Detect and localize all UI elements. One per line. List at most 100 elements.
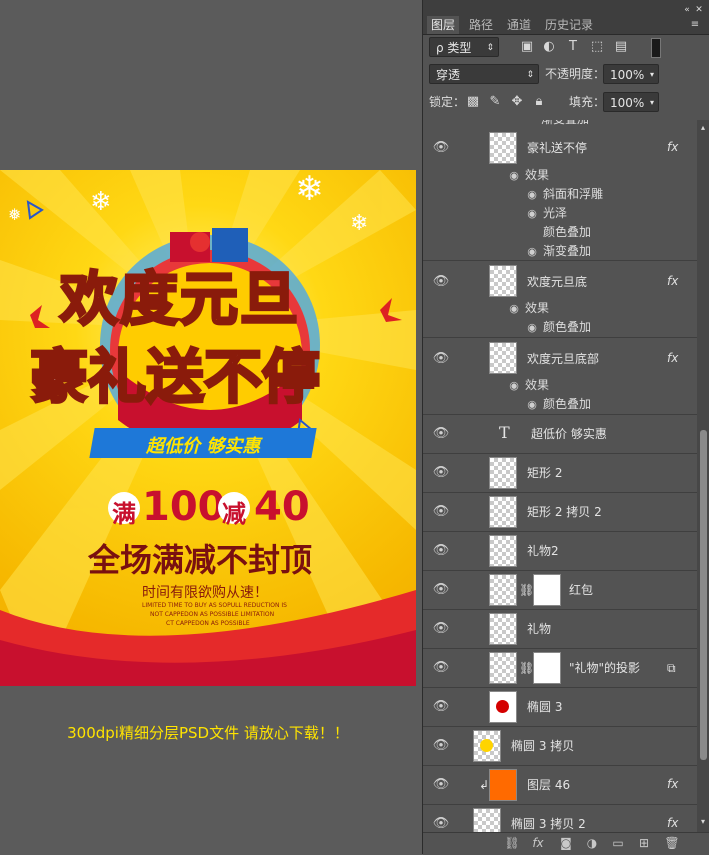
fx-icon[interactable]: fx — [667, 140, 678, 154]
layer-row[interactable]: 👁︎ 椭圆 3 — [423, 688, 697, 727]
eye-icon[interactable]: 👁︎ — [432, 275, 450, 289]
eye-icon[interactable]: 👁︎ — [432, 141, 450, 155]
eye-icon[interactable]: ◉ — [525, 395, 539, 414]
panel-bottom-toolbar: ⛓ fx ◙ ◑ ▭ ⊞ 🗑︎ — [423, 832, 709, 855]
eye-icon[interactable]: ◉ — [507, 166, 521, 185]
filter-adjustment-icon[interactable]: ◐ — [541, 39, 557, 55]
layer-name: 图层 46 — [527, 778, 571, 792]
eye-icon[interactable]: ◉ — [525, 318, 539, 337]
lock-all-icon[interactable]: 🔒︎ — [531, 94, 547, 110]
layer-row[interactable]: 👁︎ ↲ 图层 46 fx — [423, 766, 697, 805]
fx-icon[interactable]: fx — [667, 816, 678, 830]
filter-toggle-switch[interactable] — [651, 38, 661, 58]
layer-row[interactable]: 👁︎ 矩形 2 — [423, 454, 697, 493]
layer-thumbnail — [473, 730, 501, 762]
add-style-icon[interactable]: fx — [529, 835, 547, 851]
layer-name: 豪礼送不停 — [527, 141, 588, 155]
poster-fine-3: CT CAPPEDON AS POSSIBLE — [166, 620, 250, 627]
blend-mode-select[interactable]: 穿透 ⇕ — [429, 64, 539, 84]
eye-icon[interactable]: 👁︎ — [432, 778, 450, 792]
layer-mask-thumbnail — [533, 652, 561, 684]
layer-row[interactable]: 👁︎ 椭圆 3 拷贝 — [423, 727, 697, 766]
lock-transparent-icon[interactable]: ▩ — [465, 94, 481, 110]
scroll-down-icon[interactable]: ▾ — [695, 814, 709, 830]
lock-label: 锁定： — [429, 95, 466, 109]
new-adjustment-icon[interactable]: ◑ — [583, 835, 601, 851]
layer-thumbnail — [473, 808, 501, 832]
layer-row[interactable]: 👁︎ T 超低价 够实惠 — [423, 415, 697, 454]
panel-menu-icon[interactable]: ≡ — [687, 17, 703, 33]
eye-icon[interactable]: ◉ — [525, 242, 539, 261]
filter-smartobject-icon[interactable]: ▤ — [613, 39, 629, 55]
fill-value: 100% — [610, 96, 645, 110]
delete-layer-icon[interactable]: 🗑︎ — [663, 835, 681, 851]
svg-text:❅: ❅ — [8, 205, 21, 224]
layer-row[interactable]: 👁︎ 礼物 — [423, 610, 697, 649]
filter-kind-label: ρ 类型 — [436, 41, 472, 55]
layer-name: 超低价 够实惠 — [531, 427, 607, 441]
layer-row[interactable]: 👁︎ 欢度元旦底 fx ◉ 效果 ◉ 颜色叠加 — [423, 261, 697, 338]
layer-row[interactable]: 👁︎ ⛓ 红包 — [423, 571, 697, 610]
fill-input[interactable]: 100% ▾ — [603, 92, 659, 112]
add-mask-icon[interactable]: ◙ — [557, 835, 575, 851]
layer-row[interactable]: 👁︎ 矩形 2 拷贝 2 — [423, 493, 697, 532]
layers-scrollbar[interactable]: ▴ ▾ — [697, 120, 709, 832]
eye-icon[interactable]: 👁︎ — [432, 700, 450, 714]
eye-icon[interactable]: ◉ — [525, 204, 539, 223]
filter-kind-select[interactable]: ρ 类型 ⇕ — [429, 37, 499, 57]
eye-icon[interactable]: ◉ — [507, 299, 521, 318]
eye-icon[interactable]: ◉ — [507, 376, 521, 395]
eye-icon[interactable]: 👁︎ — [432, 583, 450, 597]
tab-channels[interactable]: 通道 — [503, 16, 535, 34]
eye-icon[interactable]: 👁︎ — [432, 739, 450, 753]
layer-name: 椭圆 3 — [527, 700, 563, 714]
lock-brush-icon[interactable]: ✎ — [487, 94, 503, 110]
layer-name: 欢度元旦底部 — [527, 352, 600, 366]
poster-title-line2: 豪礼送不停 — [28, 342, 321, 413]
eye-icon[interactable]: ◉ — [525, 185, 539, 204]
filter-pixel-icon[interactable]: ▣ — [519, 39, 535, 55]
layer-thumbnail — [489, 613, 517, 645]
layer-thumbnail — [489, 457, 517, 489]
layer-row[interactable]: 👁︎ 礼物2 — [423, 532, 697, 571]
eye-icon[interactable]: 👁︎ — [432, 466, 450, 480]
tab-history[interactable]: 历史记录 — [541, 16, 597, 34]
eye-icon[interactable]: 👁︎ — [432, 661, 450, 675]
opacity-input[interactable]: 100% ▾ — [603, 64, 659, 84]
chevron-down-icon: ▾ — [649, 70, 654, 79]
fx-icon[interactable]: fx — [667, 777, 678, 791]
eye-icon[interactable]: 👁︎ — [432, 427, 450, 441]
filter-shape-icon[interactable]: ⬚ — [589, 39, 605, 55]
eye-icon[interactable]: 👁︎ — [432, 817, 450, 831]
new-layer-icon[interactable]: ⊞ — [635, 835, 653, 851]
layer-row[interactable]: 👁︎ 椭圆 3 拷贝 2 fx — [423, 805, 697, 832]
scroll-up-icon[interactable]: ▴ — [695, 120, 709, 136]
effect-item: ◉ 光泽 — [527, 204, 567, 223]
fill-label: 填充： — [569, 95, 606, 109]
eye-icon[interactable]: 👁︎ — [432, 352, 450, 366]
filter-type-icon[interactable]: T — [565, 39, 581, 55]
eye-icon[interactable]: 👁︎ — [432, 505, 450, 519]
layer-name: 欢度元旦底 — [527, 275, 588, 289]
fx-icon[interactable]: fx — [667, 274, 678, 288]
close-panel-icon[interactable]: ✕ — [691, 2, 707, 18]
layer-row[interactable]: 👁︎ 豪礼送不停 fx ◉ 效果 ◉ 斜面和浮雕 ◉ 光泽 颜色叠加 ◉ 渐变叠加 — [423, 126, 697, 261]
layer-row[interactable]: 👁︎ ⛓ "礼物"的投影 ⧉ — [423, 649, 697, 688]
svg-text:❄: ❄ — [350, 211, 368, 236]
fx-icon[interactable]: fx — [667, 351, 678, 365]
tab-paths[interactable]: 路径 — [465, 16, 497, 34]
scrollbar-thumb[interactable] — [700, 430, 707, 760]
link-layers-icon[interactable]: ⛓ — [503, 835, 521, 851]
chevron-updown-icon: ⇕ — [526, 70, 534, 80]
tab-layers[interactable]: 图层 — [427, 16, 460, 34]
yellow-dot-icon — [480, 739, 493, 752]
effect-item: ◉ 颜色叠加 — [527, 395, 591, 414]
layer-row[interactable]: 👁︎ 欢度元旦底部 fx ◉ 效果 ◉ 颜色叠加 — [423, 338, 697, 415]
opacity-label: 不透明度： — [545, 67, 606, 81]
new-group-icon[interactable]: ▭ — [609, 835, 627, 851]
layer-thumbnail — [489, 342, 517, 374]
lock-move-icon[interactable]: ✥ — [509, 94, 525, 110]
eye-icon[interactable]: 👁︎ — [432, 622, 450, 636]
eye-icon[interactable]: 👁︎ — [432, 544, 450, 558]
effects-label: ◉ 效果 — [509, 299, 549, 318]
